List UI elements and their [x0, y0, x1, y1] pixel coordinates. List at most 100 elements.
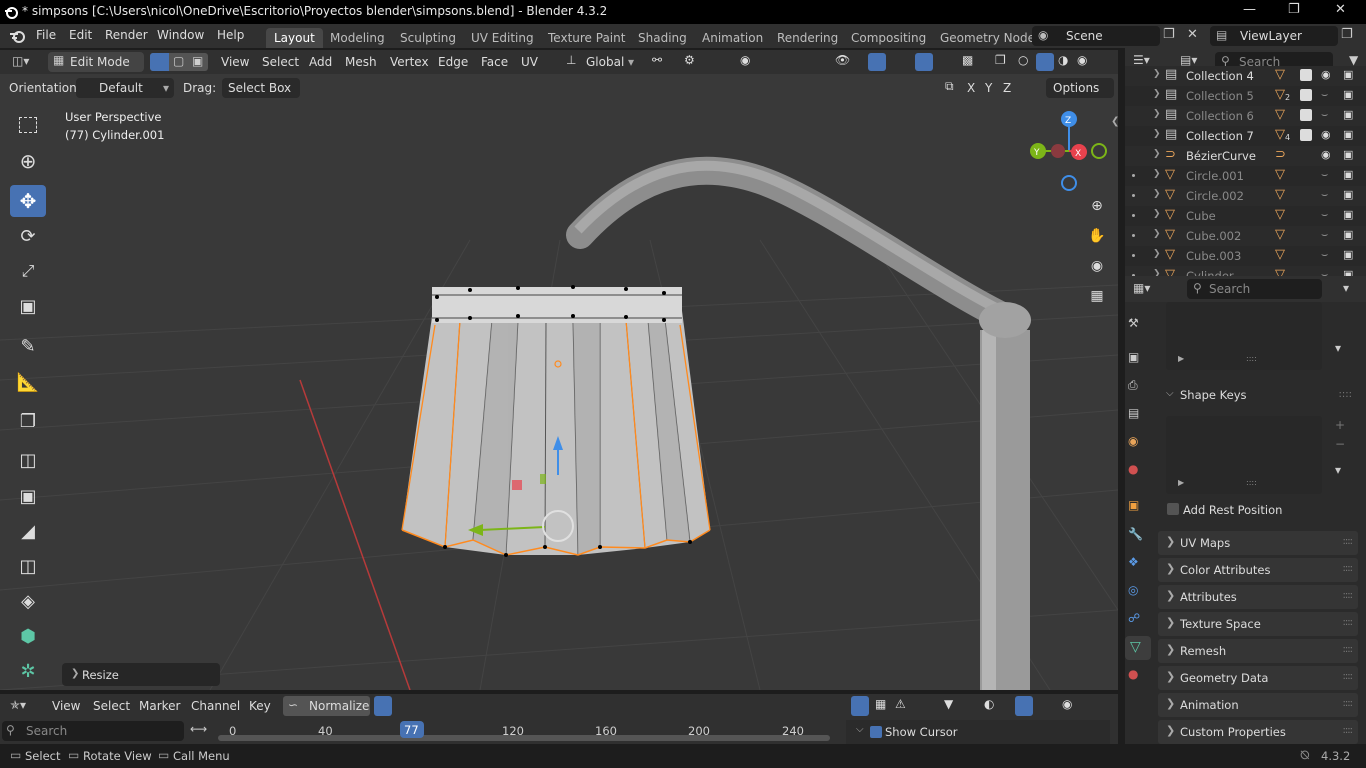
proportional-icon[interactable]: ◉	[1062, 697, 1072, 711]
show-cursor-panel[interactable]: ⌵ Show Cursor	[846, 720, 1110, 744]
outliner-row[interactable]: ❯ ▤ Collection 6 ▽ ⌣ ▣	[1125, 106, 1366, 126]
mirror-y-toggle[interactable]: Y	[985, 81, 992, 95]
edit-mode-dot-icon[interactable]	[1132, 254, 1135, 257]
show-cursor-checkbox[interactable]	[870, 726, 882, 738]
scale-tool[interactable]: ⤢	[10, 255, 46, 287]
visibility-eye-icon[interactable]: ⌣	[1321, 208, 1328, 222]
timeline-search[interactable]: ⚲ Search	[2, 721, 184, 741]
shape-key-specials-icon[interactable]: ▾	[1335, 463, 1341, 477]
edit-mode-dot-icon[interactable]	[1132, 174, 1135, 177]
swap-icon[interactable]: ⟷	[190, 722, 207, 736]
minimize-button[interactable]: —	[1243, 2, 1256, 17]
face-select-icon[interactable]: ▣	[192, 54, 203, 68]
chevron-down-icon[interactable]: ▾	[1343, 281, 1349, 295]
vertex-groups-list[interactable]: ▶ ::::	[1166, 302, 1322, 370]
pivot-icon[interactable]: ⚯	[652, 53, 662, 67]
annotate-tool[interactable]: ✎	[10, 330, 46, 362]
rotate-tool[interactable]: ⟳	[10, 220, 46, 252]
outliner-item-name[interactable]: Cube.002	[1186, 229, 1241, 243]
inset-tool[interactable]: ▣	[10, 480, 46, 512]
delete-scene-icon[interactable]: ✕	[1187, 27, 1198, 42]
modifier-tab-icon[interactable]: 🔧	[1128, 527, 1146, 545]
filter-icon[interactable]: ▼	[944, 697, 953, 711]
render-camera-icon[interactable]: ▣	[1343, 68, 1353, 81]
expand-list-icon[interactable]: ▶	[1178, 478, 1184, 487]
tab-rendering[interactable]: Rendering	[769, 28, 846, 48]
transform-orientation[interactable]: Global	[586, 55, 624, 69]
filter-icon[interactable]: ▼	[1349, 53, 1358, 67]
menu-window[interactable]: Window	[157, 28, 204, 42]
expand-arrow-icon[interactable]: ❯	[1153, 69, 1161, 79]
outliner-item-name[interactable]: Collection 5	[1186, 89, 1254, 103]
vertex-select-icon[interactable]	[150, 53, 169, 71]
cursor-tool[interactable]: ⊕	[10, 145, 46, 177]
timeline-scrollbar[interactable]	[218, 735, 830, 741]
exclude-checkbox[interactable]	[1300, 129, 1312, 141]
gizmo-toggle-icon[interactable]	[868, 53, 886, 71]
panel-texture-space[interactable]: ❯ Texture Space::::	[1158, 612, 1358, 636]
normalize-toggle[interactable]: ∽ Normalize	[283, 696, 370, 716]
tl-menu-marker[interactable]: Marker	[139, 699, 180, 713]
knife-tool[interactable]: ◈	[10, 585, 46, 617]
drag-grip-icon[interactable]: ::::	[1343, 644, 1354, 655]
outliner-row[interactable]: ❯ ▤ Collection 4 ▽ ◉ ▣	[1125, 66, 1366, 86]
render-camera-icon[interactable]: ▣	[1343, 148, 1353, 161]
blender-menu-icon[interactable]	[8, 28, 26, 44]
render-camera-icon[interactable]: ▣	[1343, 128, 1353, 141]
edge-select-icon[interactable]: ▢	[173, 54, 184, 68]
expand-arrow-icon[interactable]: ❯	[1153, 249, 1161, 259]
mirror-x-toggle[interactable]: X	[967, 81, 975, 95]
vp-menu-select[interactable]: Select	[262, 55, 299, 69]
tab-sculpting[interactable]: Sculpting	[392, 28, 464, 48]
exclude-checkbox[interactable]	[1300, 109, 1312, 121]
expand-arrow-icon[interactable]: ❯	[1153, 149, 1161, 159]
maximize-button[interactable]: ❐	[1288, 2, 1300, 17]
drag-grip-icon[interactable]: ::::	[1343, 671, 1354, 682]
display-mode-icon[interactable]: ▤▾	[1180, 53, 1197, 67]
constraints-tab-icon[interactable]: ☍	[1128, 611, 1146, 629]
panel-color-attributes[interactable]: ❯ Color Attributes::::	[1158, 558, 1358, 582]
add-cube-tool[interactable]: ❐	[10, 405, 46, 437]
expand-arrow-icon[interactable]: ❯	[1153, 109, 1161, 119]
mirror-z-toggle[interactable]: Z	[1003, 81, 1011, 95]
render-camera-icon[interactable]: ▣	[1343, 208, 1353, 221]
output-tab-icon[interactable]: ⎙	[1128, 378, 1146, 396]
tab-geometry-nodes[interactable]: Geometry Node	[932, 28, 1043, 48]
tab-layout[interactable]: Layout	[266, 28, 323, 48]
properties-search[interactable]: ⚲ Search	[1187, 279, 1322, 299]
measure-tool[interactable]: 📐	[10, 366, 46, 398]
current-frame-indicator[interactable]: 77	[400, 721, 424, 738]
visibility-eye-icon[interactable]: ⌣	[1321, 188, 1328, 202]
tab-animation[interactable]: Animation	[694, 28, 771, 48]
outliner-row[interactable]: ❯ ▤ Collection 5 ▽ 2 ⌣ ▣	[1125, 86, 1366, 106]
options-dropdown[interactable]: Options	[1046, 78, 1114, 98]
panel-geometry-data[interactable]: ❯ Geometry Data::::	[1158, 666, 1358, 690]
panel-animation[interactable]: ❯ Animation::::	[1158, 693, 1358, 717]
camera-view-button[interactable]: ◉	[1085, 254, 1109, 278]
visibility-eye-icon[interactable]: ⌣	[1321, 248, 1328, 262]
drag-grip-icon[interactable]: ::::	[1339, 389, 1352, 400]
vp-menu-vertex[interactable]: Vertex	[390, 55, 429, 69]
vp-menu-mesh[interactable]: Mesh	[345, 55, 377, 69]
mode-selector[interactable]: ▦ Edit Mode	[48, 52, 144, 72]
exclude-checkbox[interactable]	[1300, 69, 1312, 81]
vp-menu-face[interactable]: Face	[481, 55, 508, 69]
editor-type-icon[interactable]: ◫▾	[12, 54, 29, 68]
expand-arrow-icon[interactable]: ❯	[1153, 169, 1161, 179]
outliner-row[interactable]: ❯ ▽ Circle.001 ▽ ⌣ ▣	[1125, 166, 1366, 186]
render-camera-icon[interactable]: ▣	[1343, 88, 1353, 101]
world-tab-icon[interactable]: ●	[1128, 462, 1146, 480]
tab-compositing[interactable]: Compositing	[843, 28, 934, 48]
outliner-item-name[interactable]: Circle.002	[1186, 189, 1244, 203]
tab-uv-editing[interactable]: UV Editing	[463, 28, 542, 48]
snap-icon[interactable]: ⚙	[684, 53, 695, 67]
loop-cut-tool[interactable]: ◫	[10, 550, 46, 582]
panel-custom-properties[interactable]: ❯ Custom Properties::::	[1158, 720, 1358, 744]
drag-grip-icon[interactable]: ::::	[1343, 725, 1354, 736]
poly-build-tool[interactable]: ⬢	[10, 620, 46, 652]
tab-modeling[interactable]: Modeling	[322, 28, 393, 48]
outliner-row[interactable]: ❯ ▤ Collection 7 ▽ 4 ◉ ▣	[1125, 126, 1366, 146]
last-operator-panel[interactable]: ❯ Resize	[62, 663, 220, 686]
outliner-item-name[interactable]: Collection 4	[1186, 69, 1254, 83]
spin-tool[interactable]: ✲	[10, 655, 46, 687]
